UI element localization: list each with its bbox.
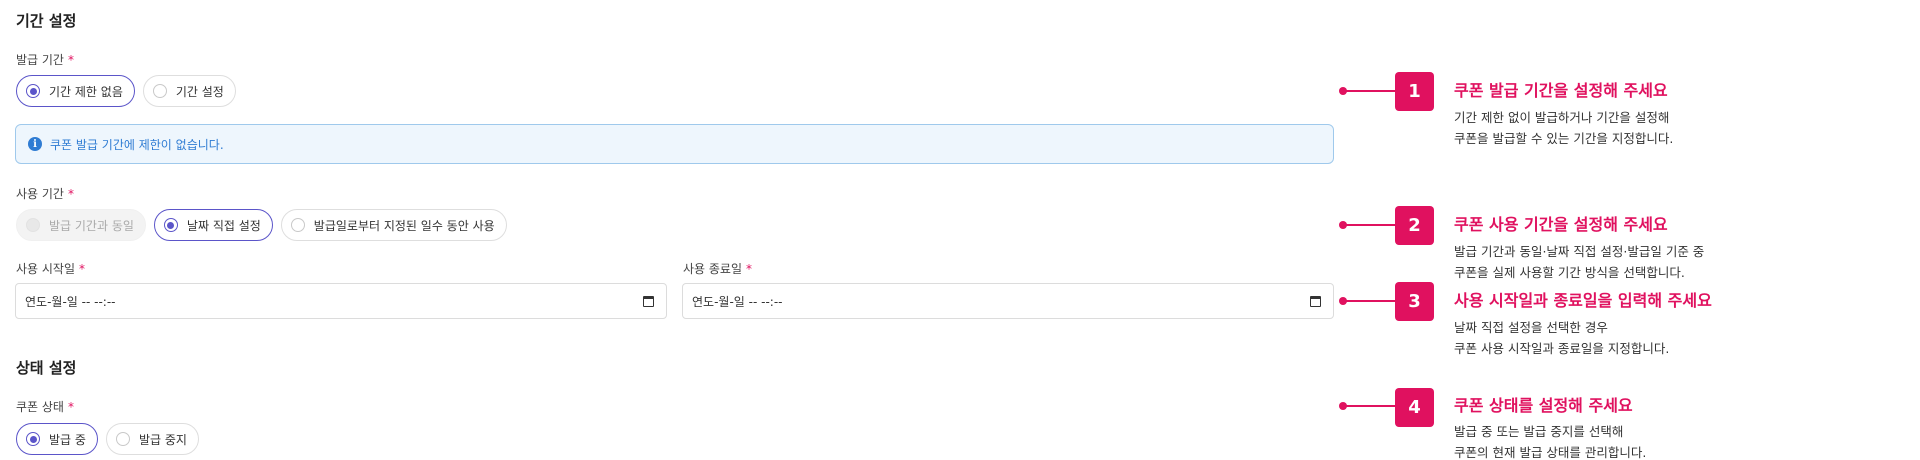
coupon-status-label: 쿠폰 상태 *	[16, 400, 74, 414]
callout-4-badge: 4	[1395, 388, 1434, 427]
callout-3-badge: 3	[1395, 282, 1434, 321]
coupon-status-option-issuing[interactable]: 발급 중	[16, 423, 98, 455]
callout-4-connector	[1339, 402, 1398, 410]
callout-1-title: 쿠폰 발급 기간을 설정해 주세요	[1454, 81, 1668, 100]
use-period-option-same: 발급 기간과 동일	[16, 209, 146, 241]
issue-period-info-text: 쿠폰 발급 기간에 제한이 없습니다.	[50, 137, 224, 152]
radio-icon	[26, 84, 40, 98]
calendar-icon[interactable]	[643, 295, 654, 307]
coupon-status-option-stopped[interactable]: 발급 중지	[105, 423, 199, 455]
callout-2-connector	[1339, 221, 1398, 229]
required-mark: *	[67, 400, 74, 414]
issue-period-option-unlimited[interactable]: 기간 제한 없음	[16, 75, 135, 107]
info-icon: i	[28, 137, 42, 151]
radio-icon	[115, 432, 130, 446]
callout-4-desc: 발급 중 또는 발급 중지를 선택해 쿠폰의 현재 발급 상태를 관리합니다.	[1454, 424, 1647, 460]
callout-1-connector	[1339, 87, 1398, 95]
callout-1-badge: 1	[1395, 72, 1434, 111]
issue-period-option-set[interactable]: 기간 설정	[142, 75, 236, 107]
callout-1-desc: 기간 제한 없이 발급하거나 기간을 설정해 쿠폰을 발급할 수 있는 기간을 …	[1454, 110, 1674, 146]
use-period-option-direct[interactable]: 날짜 직접 설정	[153, 209, 273, 241]
callout-3-connector	[1339, 297, 1398, 305]
use-period-option-days[interactable]: 발급일로부터 지정된 일수 동안 사용	[280, 209, 507, 241]
end-date-input[interactable]: 연도-월-일 -- --:--	[682, 283, 1334, 319]
radio-icon	[26, 218, 40, 232]
radio-icon	[152, 84, 167, 98]
required-mark: *	[79, 262, 86, 276]
radio-icon	[163, 218, 178, 232]
issue-period-info-box: i 쿠폰 발급 기간에 제한이 없습니다.	[15, 124, 1334, 164]
issue-period-radio-group: 기간 제한 없음 기간 설정	[16, 75, 236, 107]
callout-3-desc: 날짜 직접 설정을 선택한 경우 쿠폰 사용 시작일과 종료일을 지정합니다.	[1454, 320, 1670, 356]
callout-2-title: 쿠폰 사용 기간을 설정해 주세요	[1454, 215, 1668, 234]
period-section-title: 기간 설정	[16, 12, 77, 30]
start-date-label: 사용 시작일 *	[16, 262, 86, 276]
radio-icon	[26, 432, 40, 446]
start-date-input[interactable]: 연도-월-일 -- --:--	[15, 283, 667, 319]
radio-icon	[290, 218, 305, 232]
callout-3-title: 사용 시작일과 종료일을 입력해 주세요	[1454, 291, 1712, 310]
required-mark: *	[67, 187, 74, 201]
end-date-label: 사용 종료일 *	[683, 262, 753, 276]
required-mark: *	[67, 53, 74, 67]
callout-2-desc: 발급 기간과 동일·날짜 직접 설정·발급일 기준 중 쿠폰을 실제 사용할 기…	[1454, 244, 1705, 280]
use-period-label: 사용 기간 *	[16, 187, 74, 201]
calendar-icon[interactable]	[1310, 295, 1321, 307]
callout-4-title: 쿠폰 상태를 설정해 주세요	[1454, 396, 1633, 415]
callout-2-badge: 2	[1395, 206, 1434, 245]
issue-period-label: 발급 기간 *	[16, 53, 74, 67]
use-period-radio-group: 발급 기간과 동일 날짜 직접 설정 발급일로부터 지정된 일수 동안 사용	[16, 209, 507, 241]
status-section-title: 상태 설정	[16, 359, 77, 377]
required-mark: *	[746, 262, 753, 276]
coupon-status-radio-group: 발급 중 발급 중지	[16, 423, 199, 455]
